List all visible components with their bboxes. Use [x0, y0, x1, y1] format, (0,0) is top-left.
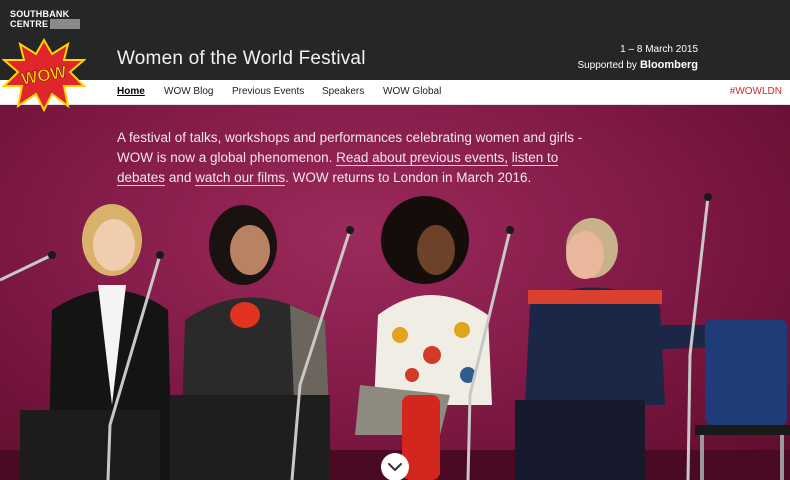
- southbank-centre-logo[interactable]: SOUTHBANK CENTRE: [10, 9, 80, 29]
- previous-events-link[interactable]: Read about previous events,: [336, 149, 509, 166]
- hero-outro: . WOW returns to London in March 2016.: [285, 169, 532, 185]
- hashtag-link[interactable]: #WOWLDN: [730, 86, 782, 97]
- nav-item-wow-global[interactable]: WOW Global: [383, 86, 441, 97]
- sponsor-name[interactable]: Bloomberg: [640, 59, 698, 71]
- nav-item-previous-events[interactable]: Previous Events: [232, 86, 304, 97]
- wow-badge-logo[interactable]: WOW: [2, 38, 86, 112]
- logo-line-2: CENTRE: [10, 19, 51, 29]
- scroll-down-button[interactable]: [381, 453, 409, 480]
- nav-item-wow-blog[interactable]: WOW Blog: [164, 86, 213, 97]
- hero-banner: A festival of talks, workshops and perfo…: [0, 105, 790, 480]
- nav-item-home[interactable]: Home: [117, 86, 145, 97]
- festival-dates: 1 – 8 March 2015: [620, 44, 698, 55]
- speaker-2: [170, 205, 330, 480]
- watch-films-link[interactable]: watch our films: [195, 169, 286, 186]
- sponsor-line: Supported by Bloomberg: [577, 59, 698, 71]
- festival-title[interactable]: Women of the World Festival: [117, 48, 366, 70]
- logo-line-1: SOUTHBANK: [10, 9, 70, 19]
- page: SOUTHBANK CENTRE Women of the World Fest…: [0, 0, 790, 480]
- hero-and: and: [168, 169, 192, 185]
- site-header: SOUTHBANK CENTRE Women of the World Fest…: [0, 0, 790, 80]
- speaker-1: [20, 204, 172, 480]
- main-nav: Home WOW Blog Previous Events Speakers W…: [0, 80, 790, 105]
- chevron-down-icon: [388, 463, 402, 471]
- nav-item-speakers[interactable]: Speakers: [322, 86, 364, 97]
- supported-by-label: Supported by: [577, 60, 637, 71]
- hero-intro-text: A festival of talks, workshops and perfo…: [117, 128, 597, 188]
- speaker-3: [355, 196, 492, 480]
